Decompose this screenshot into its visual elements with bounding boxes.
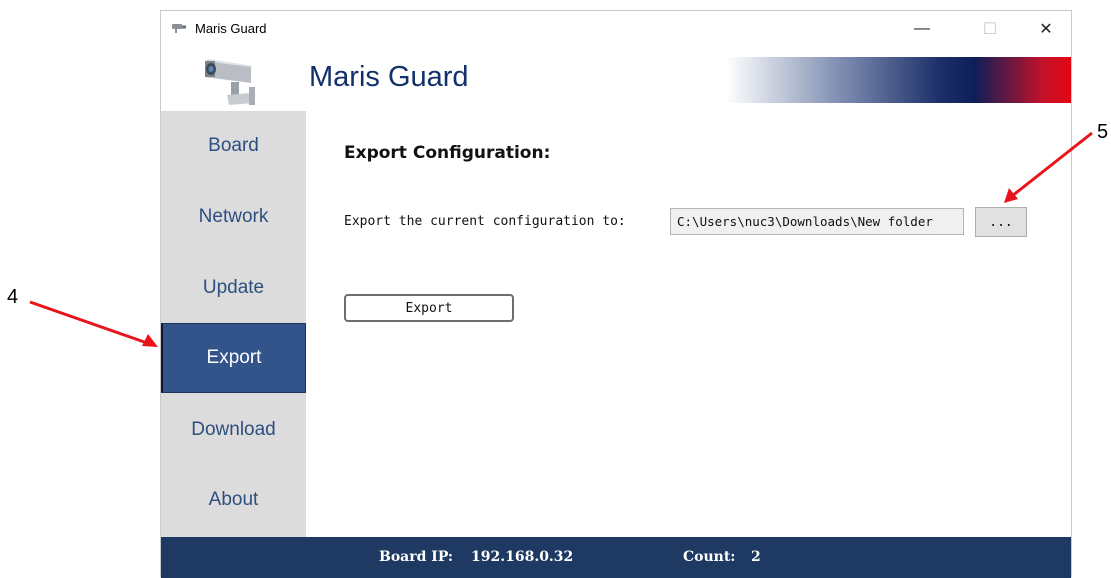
- close-icon: ✕: [1039, 21, 1053, 38]
- camera-app-icon: [172, 24, 186, 33]
- export-path-field[interactable]: C:\Users\nuc3\Downloads\New folder: [670, 208, 964, 235]
- sidebar-item-label: Network: [198, 206, 269, 227]
- sidebar-item-label: Download: [191, 419, 276, 440]
- sidebar-item-label: Board: [208, 135, 259, 156]
- count-label: Count:: [683, 549, 736, 565]
- sidebar-item-network[interactable]: Network: [161, 182, 306, 252]
- count-value: 2: [751, 549, 761, 565]
- maximize-icon: ☐: [982, 21, 998, 38]
- annotation-number-5: 5: [1097, 121, 1109, 143]
- app-window: Maris Guard — ☐ ✕ Maris Guard Board Netw…: [160, 10, 1072, 578]
- logo: [161, 47, 306, 111]
- sidebar-item-about[interactable]: About: [161, 465, 306, 535]
- close-button[interactable]: ✕: [1023, 11, 1069, 47]
- browse-button[interactable]: ...: [975, 207, 1027, 237]
- export-button-label: Export: [405, 300, 453, 316]
- sidebar-item-export[interactable]: Export: [161, 323, 306, 393]
- minimize-icon: —: [914, 20, 930, 37]
- page-title: Export Configuration:: [344, 143, 551, 163]
- board-ip-label: Board IP:: [379, 549, 454, 565]
- board-ip-value: 192.168.0.32: [471, 549, 574, 565]
- sidebar-item-board[interactable]: Board: [161, 111, 306, 181]
- app-title: Maris Guard: [309, 61, 469, 93]
- sidebar-item-label: Export: [206, 347, 262, 368]
- sidebar-item-label: About: [208, 489, 259, 510]
- sidebar-item-update[interactable]: Update: [161, 253, 306, 323]
- minimize-button[interactable]: —: [899, 11, 945, 47]
- sidebar-item-download[interactable]: Download: [161, 395, 306, 465]
- export-path-label: Export the current configuration to:: [344, 214, 626, 229]
- main-panel: Export Configuration: Export the current…: [306, 111, 1071, 537]
- status-bar: Board IP: 192.168.0.32 Count: 2: [161, 537, 1071, 578]
- annotation-number-4: 4: [7, 286, 19, 308]
- browse-button-label: ...: [989, 215, 1013, 230]
- app-header: Maris Guard: [161, 47, 1071, 111]
- annotation-arrow-4: [29, 300, 158, 347]
- security-camera-icon: [205, 59, 255, 105]
- export-button[interactable]: Export: [344, 294, 514, 322]
- sidebar-item-label: Update: [202, 277, 265, 298]
- sidebar: Board Network Update Export Download Abo…: [161, 111, 306, 537]
- title-bar: Maris Guard — ☐ ✕: [161, 11, 1071, 47]
- window-title: Maris Guard: [195, 21, 267, 36]
- maximize-button[interactable]: ☐: [967, 11, 1013, 47]
- brand-gradient-bar: [726, 57, 1071, 103]
